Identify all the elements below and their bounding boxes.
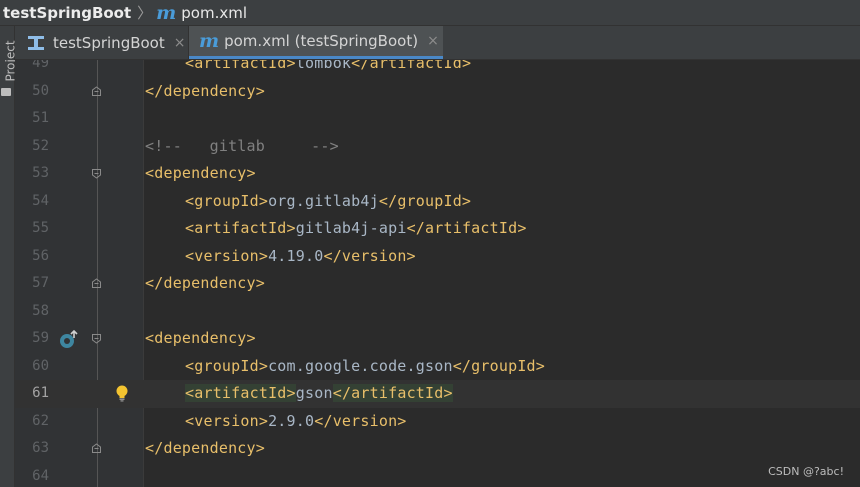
- code-line[interactable]: 59 <dependency>: [15, 325, 860, 353]
- left-tool-strip: Project: [0, 26, 18, 487]
- code-text: <version>4.19.0</version>: [185, 246, 416, 265]
- code-editor[interactable]: 49 <artifactId>lombok</artifactId> 50 </dep…: [15, 60, 860, 487]
- code-text: <artifactId>gson</artifactId>: [185, 384, 453, 402]
- code-line[interactable]: 55 <artifactId>gitlab4j-api</artifactId>: [15, 215, 860, 243]
- code-line[interactable]: 50 </dependency>: [15, 78, 860, 106]
- implements-gutter-icon[interactable]: [59, 329, 81, 349]
- code-text: </dependency>: [145, 81, 265, 100]
- spring-module-icon: [27, 35, 45, 51]
- code-line[interactable]: 56 <version>4.19.0</version>: [15, 243, 860, 271]
- line-number: 63: [32, 440, 49, 456]
- fold-end-icon[interactable]: [91, 443, 102, 454]
- tab-label: pom.xml (testSpringBoot): [224, 32, 419, 50]
- fold-collapse-icon[interactable]: [91, 333, 102, 344]
- line-number: 59: [32, 330, 49, 346]
- code-text: <!-- gitlab -->: [145, 136, 339, 155]
- close-icon[interactable]: ×: [427, 33, 439, 49]
- code-line[interactable]: 54 <groupId>org.gitlab4j</groupId>: [15, 188, 860, 216]
- fold-end-icon[interactable]: [91, 278, 102, 289]
- tab-testspringboot[interactable]: testSpringBoot ×: [15, 26, 189, 59]
- code-text: <groupId>org.gitlab4j</groupId>: [185, 191, 472, 210]
- tab-label: testSpringBoot: [53, 33, 165, 52]
- breadcrumb-project[interactable]: testSpringBoot: [0, 4, 131, 22]
- line-number: 54: [32, 192, 49, 209]
- code-text: <artifactId>lombok</artifactId>: [185, 60, 472, 72]
- watermark: CSDN @?abc!: [768, 465, 844, 478]
- folder-icon[interactable]: [1, 88, 11, 96]
- code-text: <dependency>: [145, 329, 256, 347]
- breadcrumb-file[interactable]: pom.xml: [181, 4, 247, 22]
- code-line[interactable]: 57 </dependency>: [15, 270, 860, 298]
- line-number: 51: [32, 110, 49, 126]
- maven-m-icon: m: [199, 30, 220, 52]
- code-text: <artifactId>gitlab4j-api</artifactId>: [185, 219, 527, 237]
- line-number: 52: [32, 137, 49, 154]
- fold-end-icon[interactable]: [91, 85, 102, 97]
- line-number: 61: [32, 385, 49, 401]
- line-number: 62: [32, 412, 49, 429]
- code-line[interactable]: 51: [15, 105, 860, 133]
- line-number: 49: [32, 60, 49, 71]
- code-text: </dependency>: [145, 439, 265, 457]
- line-number: 53: [32, 165, 49, 181]
- code-line[interactable]: 62 <version>2.9.0</version>: [15, 408, 860, 436]
- lightbulb-icon[interactable]: [116, 385, 128, 402]
- code-text: </dependency>: [145, 274, 265, 292]
- line-number: 64: [32, 467, 49, 484]
- code-line[interactable]: 63 </dependency>: [15, 435, 860, 463]
- line-number: 58: [32, 302, 49, 319]
- code-line[interactable]: 64: [15, 463, 860, 487]
- tab-pom-xml[interactable]: m pom.xml (testSpringBoot) ×: [189, 26, 443, 59]
- line-number: 50: [32, 82, 49, 99]
- line-number: 60: [32, 357, 49, 374]
- fold-collapse-icon[interactable]: [91, 168, 102, 179]
- code-line[interactable]: 58: [15, 298, 860, 326]
- code-line[interactable]: 61 <artifactId>gson</artifactId>: [15, 380, 860, 408]
- code-text: <groupId>com.google.code.gson</groupId>: [185, 356, 546, 375]
- line-number: 57: [32, 275, 49, 291]
- line-number: 55: [32, 220, 49, 236]
- editor-tab-bar: testSpringBoot × m pom.xml (testSpringBo…: [15, 26, 860, 60]
- line-number: 56: [32, 247, 49, 264]
- code-text: <dependency>: [145, 164, 256, 182]
- code-line[interactable]: 49 <artifactId>lombok</artifactId>: [15, 60, 860, 78]
- code-line[interactable]: 53 <dependency>: [15, 160, 860, 188]
- code-line[interactable]: 52 <!-- gitlab -->: [15, 133, 860, 161]
- close-icon[interactable]: ×: [174, 35, 186, 51]
- maven-m-icon: m: [156, 1, 177, 24]
- navigation-breadcrumb: testSpringBoot 〉 m pom.xml: [0, 0, 860, 26]
- breadcrumb-chevron-icon: 〉: [137, 4, 153, 22]
- code-line[interactable]: 60 <groupId>com.google.code.gson</groupId…: [15, 353, 860, 381]
- code-text: <version>2.9.0</version>: [185, 411, 407, 430]
